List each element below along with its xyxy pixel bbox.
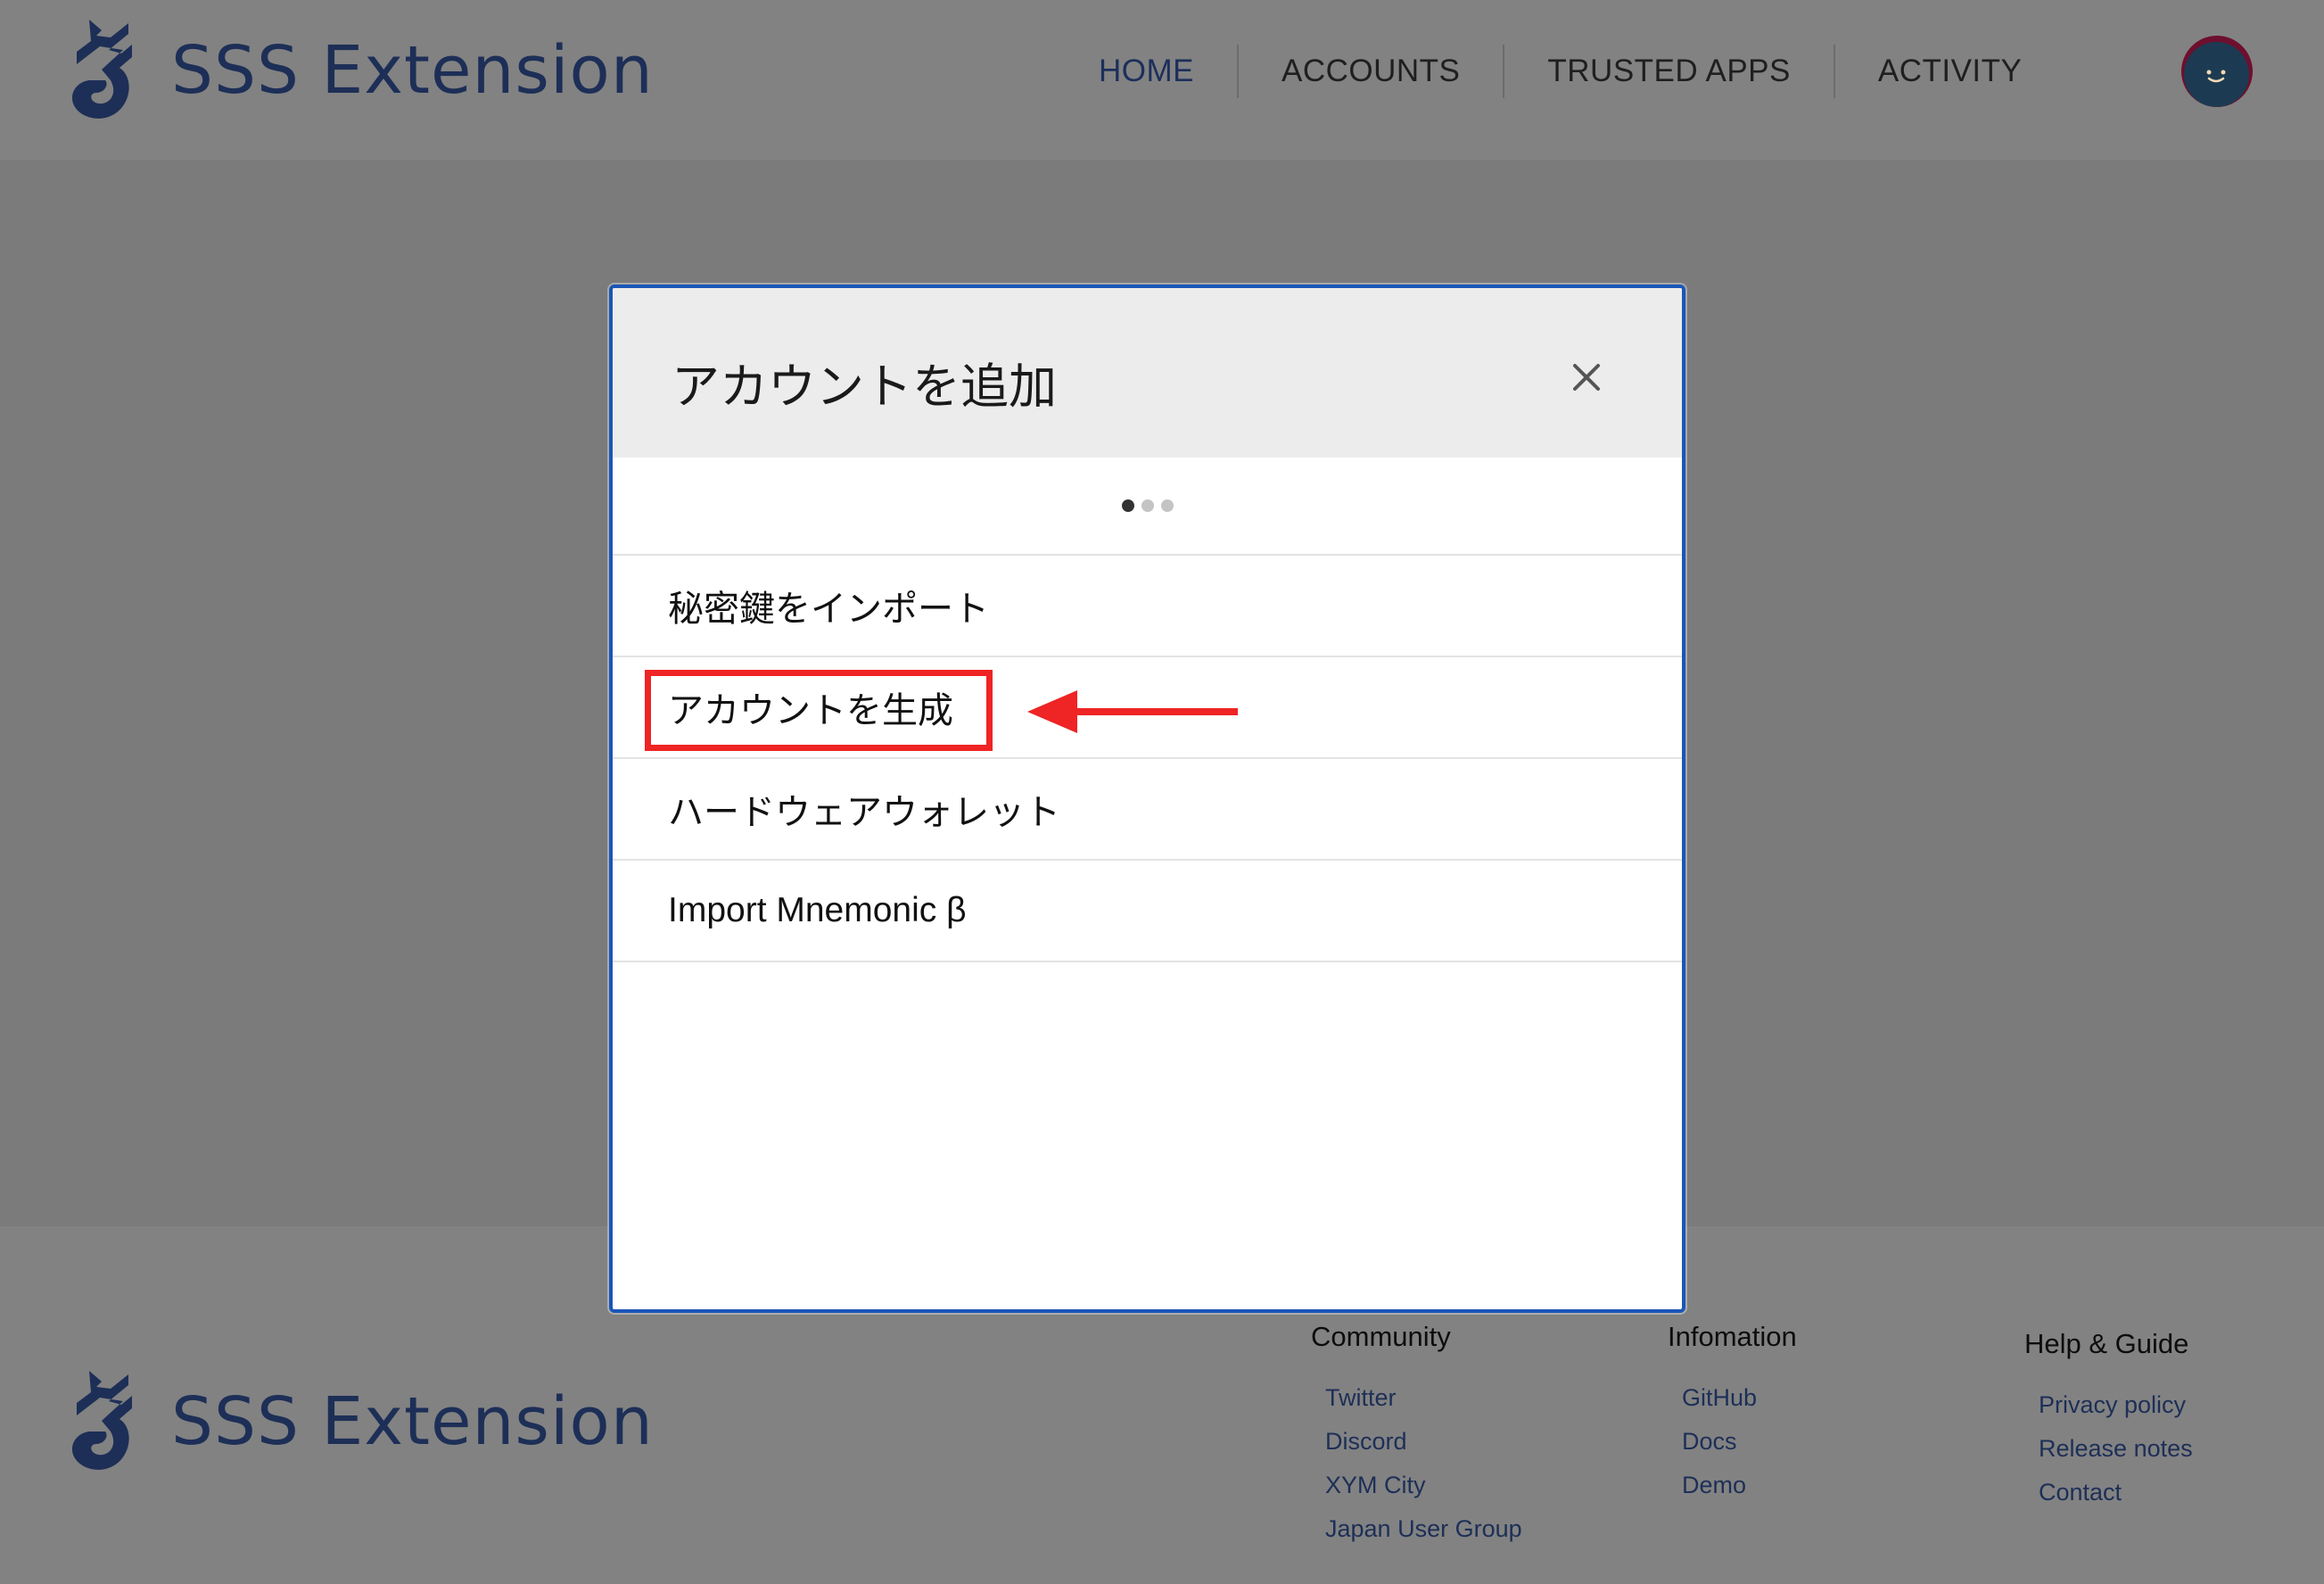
user-avatar[interactable] bbox=[2181, 36, 2253, 107]
footer-link-contact[interactable]: Contact bbox=[2039, 1471, 2193, 1514]
footer-column-information: Infomation GitHub Docs Demo bbox=[1668, 1321, 1797, 1507]
footer-link-twitter[interactable]: Twitter bbox=[1325, 1376, 1522, 1420]
step-indicator bbox=[613, 458, 1682, 556]
footer-link-japan-user-group[interactable]: Japan User Group bbox=[1325, 1507, 1522, 1551]
nav-home[interactable]: HOME bbox=[1056, 45, 1237, 98]
import-mnemonic-option[interactable]: Import Mnemonic β bbox=[613, 861, 1682, 962]
nav-trusted-apps[interactable]: TRUSTED APPS bbox=[1503, 45, 1833, 98]
footer-logo[interactable]: SSS Extension bbox=[70, 1369, 654, 1474]
close-icon[interactable] bbox=[1567, 358, 1606, 397]
footer-link-discord[interactable]: Discord bbox=[1325, 1420, 1522, 1464]
footer-logo-text: SSS Extension bbox=[171, 1383, 654, 1460]
modal-header: アカウントを追加 bbox=[613, 288, 1682, 458]
footer-link-release-notes[interactable]: Release notes bbox=[2039, 1427, 2193, 1471]
header-logo-text: SSS Extension bbox=[171, 32, 654, 109]
footer-link-github[interactable]: GitHub bbox=[1682, 1376, 1797, 1420]
step-dot bbox=[1141, 499, 1154, 512]
footer-link-xym-city[interactable]: XYM City bbox=[1325, 1464, 1522, 1507]
header-logo[interactable]: SSS Extension bbox=[70, 18, 654, 123]
footer-link-privacy-policy[interactable]: Privacy policy bbox=[2039, 1383, 2193, 1427]
footer-heading: Infomation bbox=[1668, 1321, 1797, 1352]
sss-logo-icon bbox=[71, 20, 132, 119]
footer-column-help: Help & Guide Privacy policy Release note… bbox=[2024, 1328, 2193, 1514]
footer-column-community: Community Twitter Discord XYM City Japan… bbox=[1311, 1321, 1522, 1551]
step-dot-active bbox=[1121, 499, 1134, 512]
modal-title: アカウントを追加 bbox=[672, 360, 1057, 414]
nav-accounts[interactable]: ACCOUNTS bbox=[1237, 45, 1503, 98]
main-nav: HOME ACCOUNTS TRUSTED APPS ACTIVITY bbox=[1056, 45, 2064, 98]
sss-logo-icon bbox=[71, 1371, 132, 1470]
footer-link-demo[interactable]: Demo bbox=[1682, 1464, 1797, 1507]
step-dot bbox=[1160, 499, 1174, 512]
arrow-left-icon bbox=[1027, 690, 1238, 733]
footer-heading: Help & Guide bbox=[2024, 1328, 2189, 1359]
nav-activity[interactable]: ACTIVITY bbox=[1833, 45, 2065, 98]
hardware-wallet-option[interactable]: ハードウェアウォレット bbox=[613, 759, 1682, 861]
add-account-modal: アカウントを追加 秘密鍵をインポート アカウントを生成 ハードウェアウォレット … bbox=[609, 285, 1685, 1313]
top-header: SSS Extension HOME ACCOUNTS TRUSTED APPS… bbox=[0, 0, 2324, 160]
smiley-face-icon bbox=[2206, 70, 2226, 83]
footer-link-docs[interactable]: Docs bbox=[1682, 1420, 1797, 1464]
import-private-key-option[interactable]: 秘密鍵をインポート bbox=[613, 556, 1682, 657]
footer-heading: Community bbox=[1311, 1321, 1451, 1352]
